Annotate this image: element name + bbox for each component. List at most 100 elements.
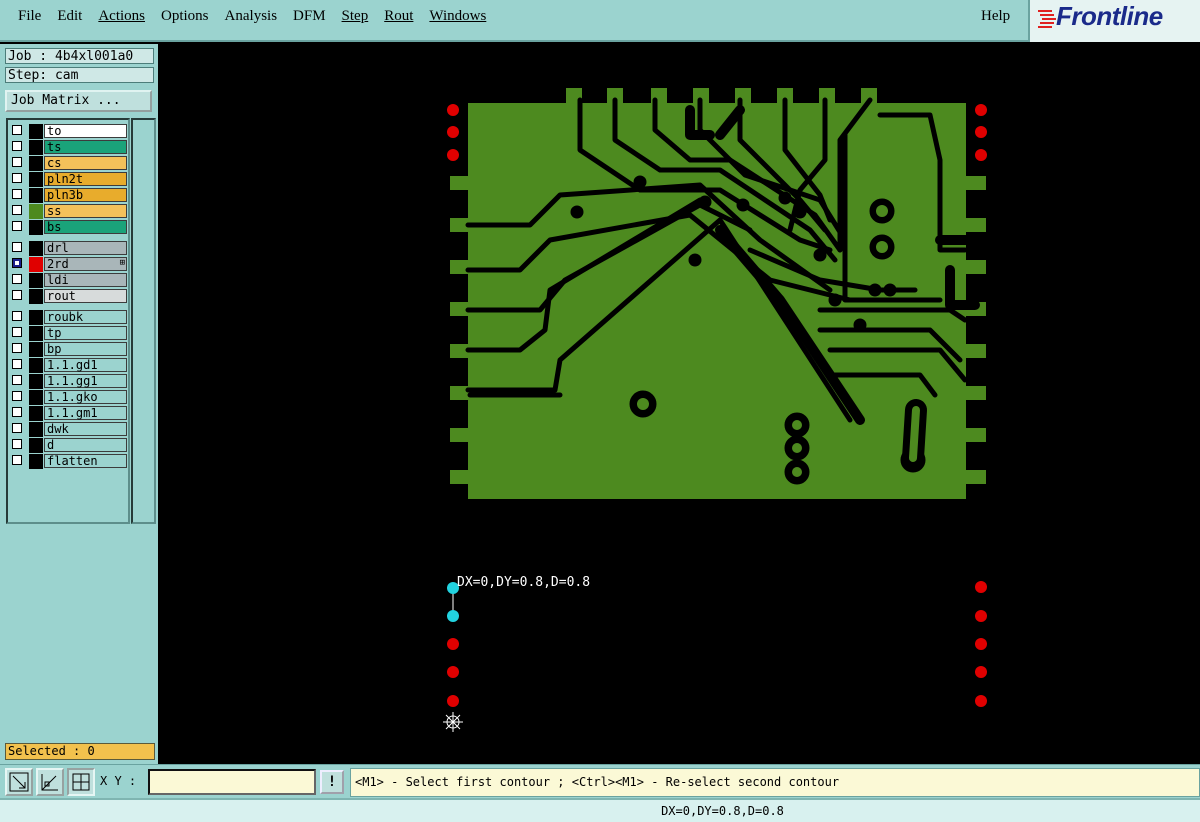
layer-row-ss[interactable]: ss (10, 204, 128, 219)
layer-name: 2rd (44, 257, 127, 271)
logo-stripes-icon (1038, 10, 1056, 28)
layer-color-swatch (29, 204, 43, 219)
layer-checkbox[interactable] (12, 423, 22, 433)
layer-name: dwk (44, 422, 127, 436)
menu-edit[interactable]: Edit (49, 6, 90, 26)
layer-name: ss (44, 204, 127, 218)
layer-checkbox[interactable] (12, 455, 22, 465)
zoom-area-button[interactable] (5, 768, 33, 796)
layer-row-1-1-gg1[interactable]: 1.1.gg1 (10, 374, 128, 389)
layer-row-pln2t[interactable]: pln2t (10, 172, 128, 187)
layer-row-ts[interactable]: ts (10, 140, 128, 155)
job-matrix-button[interactable]: Job Matrix ... (5, 90, 152, 112)
layer-name: to (44, 124, 127, 138)
layer-marker-icon: ⊞ (119, 258, 125, 268)
layer-color-swatch (29, 289, 43, 304)
layer-row-to[interactable]: to (10, 124, 128, 139)
layer-color-swatch (29, 172, 43, 187)
layer-color-swatch (29, 326, 43, 341)
layer-row-1-1-gko[interactable]: 1.1.gko (10, 390, 128, 405)
layer-row-bp[interactable]: bp (10, 342, 128, 357)
menu-analysis[interactable]: Analysis (217, 6, 286, 26)
angle-icon (41, 774, 58, 791)
layer-checkbox[interactable] (12, 359, 22, 369)
layer-row-ldi[interactable]: ldi (10, 273, 128, 288)
layer-row-dwk[interactable]: dwk (10, 422, 128, 437)
layer-name: d (44, 438, 127, 452)
layer-checkbox[interactable] (12, 375, 22, 385)
layer-name: cs (44, 156, 127, 170)
exclaim-button[interactable]: ! (320, 770, 344, 794)
layer-row-1-1-gd1[interactable]: 1.1.gd1 (10, 358, 128, 373)
layer-color-swatch (29, 257, 43, 272)
layer-row-cs[interactable]: cs (10, 156, 128, 171)
layer-color-swatch (29, 454, 43, 469)
measure-button[interactable] (36, 768, 64, 796)
layer-checkbox[interactable] (12, 407, 22, 417)
layer-list-scrollbar[interactable] (131, 118, 156, 524)
layer-color-swatch (29, 406, 43, 421)
menu-windows[interactable]: Windows (421, 6, 494, 26)
layer-color-swatch (29, 140, 43, 155)
layer-checkbox[interactable] (12, 125, 22, 135)
layer-color-swatch (29, 438, 43, 453)
layer-checkbox[interactable] (12, 141, 22, 151)
layer-checkbox[interactable] (12, 242, 22, 252)
graphics-canvas[interactable]: DX=0,DY=0.8,D=0.8 (158, 44, 1200, 764)
layer-name: 1.1.gm1 (44, 406, 127, 420)
layer-name: tp (44, 326, 127, 340)
layer-checkbox[interactable] (12, 327, 22, 337)
layer-checkbox[interactable] (12, 391, 22, 401)
layer-row-flatten[interactable]: flatten (10, 454, 128, 469)
menu-list: File Edit Actions Options Analysis DFM Step Rou… (10, 6, 494, 26)
layer-checkbox[interactable] (12, 258, 22, 268)
layer-color-swatch (29, 358, 43, 373)
layer-checkbox[interactable] (12, 157, 22, 167)
layer-color-swatch (29, 374, 43, 389)
layer-checkbox[interactable] (12, 274, 22, 284)
menu-options[interactable]: Options (153, 6, 217, 26)
layer-checkbox[interactable] (12, 343, 22, 353)
layer-row-rout[interactable]: rout (10, 289, 128, 304)
layer-name: pln2t (44, 172, 127, 186)
layer-name: drl (44, 241, 127, 255)
menu-file[interactable]: File (10, 6, 49, 26)
layer-panel: Job : 4b4xl001a0 Step: cam Job Matrix ..… (0, 44, 158, 764)
layer-color-swatch (29, 241, 43, 256)
layer-name: 1.1.gko (44, 390, 127, 404)
layer-row-1-1-gm1[interactable]: 1.1.gm1 (10, 406, 128, 421)
layer-row-2rd[interactable]: 2rd ⊞ (10, 257, 128, 272)
prompt-message: <M1> - Select first contour ; <Ctrl><M1>… (350, 768, 1200, 797)
layer-color-swatch (29, 273, 43, 288)
layer-checkbox[interactable] (12, 221, 22, 231)
layer-checkbox[interactable] (12, 205, 22, 215)
frontline-logo: Frontline (1028, 0, 1200, 42)
layer-row-bs[interactable]: bs (10, 220, 128, 235)
layer-name: ts (44, 140, 127, 154)
xy-input[interactable] (148, 769, 316, 795)
menu-actions[interactable]: Actions (90, 6, 153, 26)
menu-help[interactable]: Help (975, 6, 1016, 26)
layer-row-pln3b[interactable]: pln3b (10, 188, 128, 203)
layer-checkbox[interactable] (12, 290, 22, 300)
layer-name: bs (44, 220, 127, 234)
measurement-label: DX=0,DY=0.8,D=0.8 (457, 575, 591, 590)
layer-checkbox[interactable] (12, 189, 22, 199)
layer-checkbox[interactable] (12, 439, 22, 449)
status-bar: DX=0,DY=0.8,D=0.8 (0, 798, 1200, 822)
layer-checkbox[interactable] (12, 311, 22, 321)
layer-name: roubk (44, 310, 127, 324)
snap-grid-button[interactable] (67, 768, 95, 796)
status-text: DX=0,DY=0.8,D=0.8 (661, 804, 784, 818)
menu-step[interactable]: Step (334, 6, 377, 26)
layer-row-d[interactable]: d (10, 438, 128, 453)
menu-rout[interactable]: Rout (376, 6, 421, 26)
menu-dfm[interactable]: DFM (285, 6, 334, 26)
layer-color-swatch (29, 310, 43, 325)
layer-name: ldi (44, 273, 127, 287)
layer-row-drl[interactable]: drl (10, 241, 128, 256)
layer-row-roubk[interactable]: roubk (10, 310, 128, 325)
layer-checkbox[interactable] (12, 173, 22, 183)
layer-row-tp[interactable]: tp (10, 326, 128, 341)
xy-label: X Y : (100, 774, 137, 788)
